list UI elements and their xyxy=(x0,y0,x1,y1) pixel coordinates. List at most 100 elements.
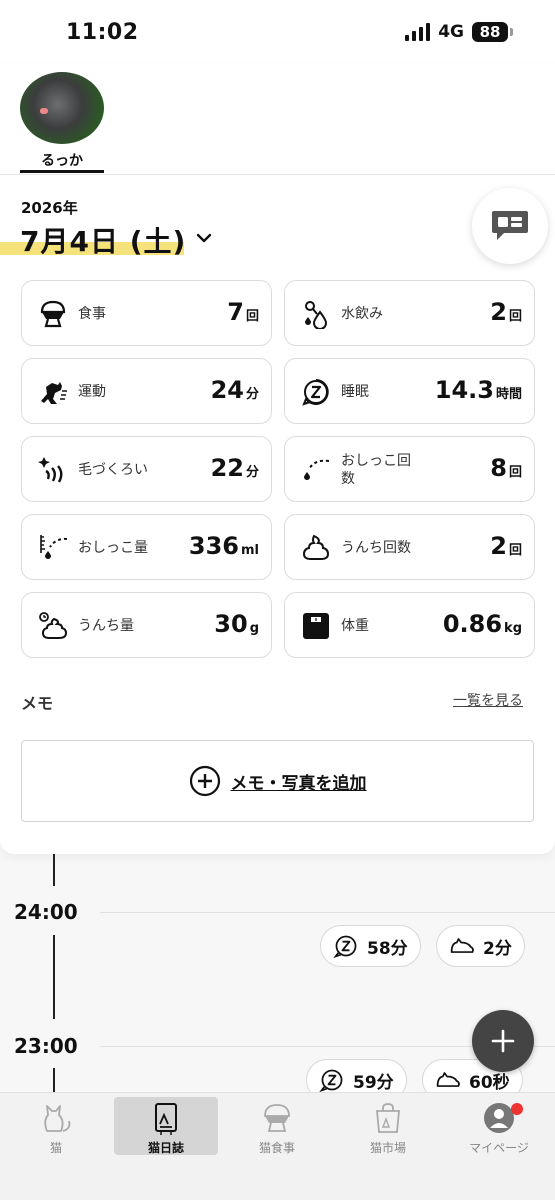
cat-name: るっか xyxy=(41,153,83,169)
nav-label: 猫日誌 xyxy=(147,1141,184,1155)
stat-unit: 分 xyxy=(245,387,259,402)
stat-value: 14.3 xyxy=(434,376,494,404)
status-time: 11:02 xyxy=(66,20,139,45)
timeline-chip-rest[interactable]: 2分 xyxy=(436,925,525,967)
signal-icon xyxy=(405,23,431,41)
nav-item-mypage[interactable]: マイページ xyxy=(447,1097,551,1155)
cat-tab-rukka[interactable]: るっか xyxy=(20,72,104,170)
nav-item-market[interactable]: 猫市場 xyxy=(336,1097,440,1155)
stat-card-poop-amount[interactable]: うんち量 30 g xyxy=(21,592,272,658)
stat-label: うんち回数 xyxy=(341,540,411,556)
stat-label: うんち量 xyxy=(78,618,134,634)
stat-value: 0.86 xyxy=(442,610,503,638)
stat-label: おしっこ量 xyxy=(78,540,148,556)
date-selector[interactable]: 7月4日 (土) xyxy=(20,220,186,260)
stat-label: 水飲み xyxy=(341,306,383,322)
stat-unit: 時間 xyxy=(495,387,522,402)
timeline-hour: 24:00 xyxy=(14,900,78,924)
battery-level: 88 xyxy=(472,22,508,42)
stat-unit: 回 xyxy=(508,543,522,558)
nav-label: 猫市場 xyxy=(369,1141,406,1155)
stat-unit: kg xyxy=(504,621,522,636)
plus-icon xyxy=(491,1029,515,1053)
stat-label: 運動 xyxy=(78,384,106,400)
notification-badge xyxy=(511,1103,523,1115)
stat-card-exercise[interactable]: 運動 24 分 xyxy=(21,358,272,424)
stat-unit: 回 xyxy=(508,309,522,324)
lying-cat-icon xyxy=(450,938,474,953)
stat-card-weight[interactable]: 体重 0.86 kg xyxy=(284,592,535,658)
timeline-line xyxy=(53,935,55,1019)
chevron-down-icon[interactable] xyxy=(196,230,212,246)
hour-divider xyxy=(100,912,555,913)
stat-value: 30 xyxy=(214,610,248,638)
stat-card-grooming[interactable]: 毛づくろい 22 分 xyxy=(21,436,272,502)
stat-unit: ml xyxy=(240,543,259,558)
stat-value: 336 xyxy=(188,532,239,560)
battery-icon: 88 xyxy=(472,22,513,42)
poop-count-icon xyxy=(302,534,330,560)
cat-icon xyxy=(44,1105,71,1132)
stat-value: 2 xyxy=(490,298,507,326)
cat-tab-underline xyxy=(20,170,104,173)
nav-item-cat[interactable]: 猫 xyxy=(4,1097,108,1155)
add-record-fab[interactable] xyxy=(472,1010,534,1072)
timeline-line xyxy=(53,1068,55,1092)
nav-label: 猫食事 xyxy=(258,1141,295,1155)
grooming-icon xyxy=(38,457,63,483)
cat-avatar xyxy=(20,72,104,144)
nav-label: 猫 xyxy=(49,1141,62,1155)
stat-label: おしっこ回数 xyxy=(341,453,411,487)
tab-divider xyxy=(0,174,555,175)
memo-see-all-link[interactable]: 一覧を見る xyxy=(453,690,523,710)
stat-unit: 回 xyxy=(245,309,259,324)
stat-label: 体重 xyxy=(341,618,369,634)
pee-count-icon xyxy=(304,459,330,480)
stat-value: 7 xyxy=(227,298,244,326)
sleep-icon xyxy=(319,1069,343,1093)
running-cat-icon xyxy=(41,382,67,404)
timeline-line xyxy=(53,854,55,886)
stat-card-pee-count[interactable]: おしっこ回数 8回 xyxy=(284,436,535,502)
water-drop-icon xyxy=(305,301,328,329)
chat-button[interactable] xyxy=(472,188,548,264)
stat-value: 8 xyxy=(490,454,507,482)
status-indicators: 4G 88 xyxy=(405,22,513,42)
chip-value: 59分 xyxy=(353,1072,394,1093)
sleep-icon xyxy=(302,379,329,406)
nav-item-diary[interactable]: 猫日誌 xyxy=(114,1097,218,1155)
status-bar: 11:02 4G 88 xyxy=(0,0,555,64)
stat-value: 22 xyxy=(210,454,244,482)
food-bowl-icon xyxy=(40,300,66,328)
sleep-icon xyxy=(333,935,357,959)
poop-amount-icon xyxy=(39,612,68,639)
stat-label: 睡眠 xyxy=(341,384,369,400)
add-memo-label: メモ・写真を追加 xyxy=(230,773,367,794)
timeline-chip-sleep[interactable]: 58分 xyxy=(320,925,421,967)
stat-unit: 分 xyxy=(245,465,259,480)
stat-card-meal[interactable]: 食事 7回 xyxy=(21,280,272,346)
stat-label: 毛づくろい xyxy=(78,462,148,478)
add-memo-button[interactable]: メモ・写真を追加 xyxy=(21,740,534,822)
scale-icon xyxy=(303,613,329,639)
chip-value: 58分 xyxy=(367,938,408,959)
stat-card-poop-count[interactable]: うんち回数 2回 xyxy=(284,514,535,580)
stat-card-pee-volume[interactable]: おしっこ量 336 ml xyxy=(21,514,272,580)
bottom-nav: 猫 猫日誌 猫食事 猫市場 マイページ xyxy=(0,1092,555,1200)
food-bowl-icon xyxy=(264,1104,290,1132)
stat-value: 24 xyxy=(210,376,244,404)
stats-grid: 食事 7回 水飲み 2回 運動 24 分 睡眠 14.3 時間 毛づくろい 22… xyxy=(21,280,535,658)
nav-item-food[interactable]: 猫食事 xyxy=(225,1097,329,1155)
network-type: 4G xyxy=(438,22,464,42)
daily-summary-sheet: るっか 2026年 7月4日 (土) 食事 7回 水飲み 2 回 運動 24 分… xyxy=(0,64,555,854)
stat-card-sleep[interactable]: 睡眠 14.3 時間 xyxy=(284,358,535,424)
diary-icon xyxy=(155,1103,177,1135)
stat-unit: 回 xyxy=(508,465,522,480)
stat-value: 2 xyxy=(490,532,507,560)
pee-volume-icon xyxy=(40,535,68,559)
lying-cat-icon xyxy=(436,1072,460,1087)
shopping-bag-icon xyxy=(376,1103,400,1133)
stat-unit: g xyxy=(249,621,259,636)
chip-value: 2分 xyxy=(483,938,512,959)
stat-card-water[interactable]: 水飲み 2回 xyxy=(284,280,535,346)
